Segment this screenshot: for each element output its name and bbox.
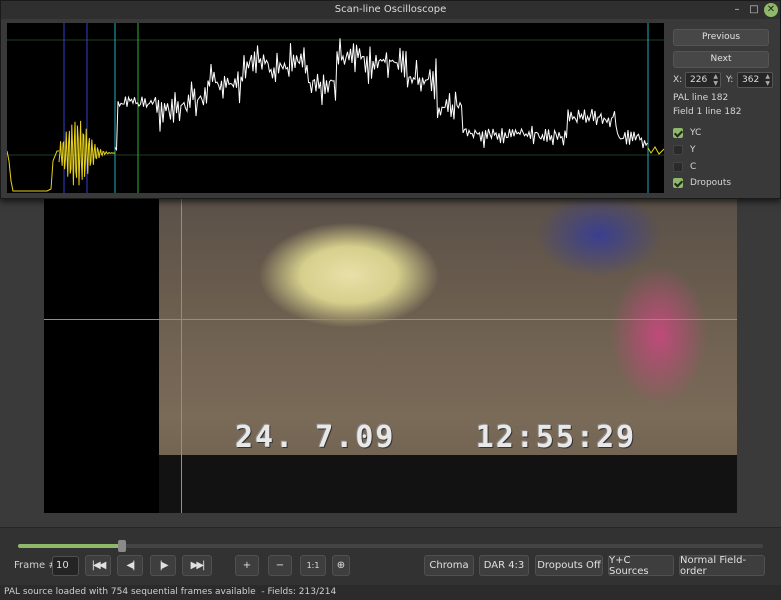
x-spin-arrows-icon[interactable]: ▲ ▼ xyxy=(713,73,718,87)
previous-line-button[interactable]: Previous xyxy=(673,29,769,46)
zoom-out-icon: − xyxy=(275,560,285,571)
pal-line-info: PAL line 182 xyxy=(673,93,729,103)
maximize-button[interactable]: □ xyxy=(747,3,761,17)
x-coord-value: 226 xyxy=(690,75,708,85)
window-title: Scan-line Oscilloscope xyxy=(334,4,447,15)
zoom-reset-button[interactable]: 1:1 xyxy=(300,555,326,576)
title-bar[interactable]: Scan-line Oscilloscope – □ ✕ xyxy=(1,1,780,19)
c-checkbox[interactable]: C xyxy=(673,161,696,173)
skip-forward-icon: ▶▶| xyxy=(190,560,206,571)
sync-trace xyxy=(7,150,59,192)
skip-back-icon: |◀◀ xyxy=(91,560,107,571)
next-frame-button[interactable]: |▶ xyxy=(150,555,176,576)
y-spin-arrows-icon[interactable]: ▲ ▼ xyxy=(765,73,770,87)
scope-side-panel: Previous Next X: 226 ▲ ▼ Y: 362 ▲ ▼ PAL li… xyxy=(669,23,780,193)
zoom-in-icon: + xyxy=(242,560,252,571)
first-frame-button[interactable]: |◀◀ xyxy=(85,555,111,576)
video-frame: 24. 7.09 12:55:29 xyxy=(159,195,737,513)
player-controls: Frame #: 10 |◀◀ ◀| |▶ ▶▶| + − 1:1 ⊕ Chro… xyxy=(0,527,781,585)
crosshair-vertical xyxy=(181,195,182,513)
minimize-button[interactable]: – xyxy=(730,3,744,17)
frame-slider[interactable] xyxy=(18,540,763,552)
close-button[interactable]: ✕ xyxy=(764,3,778,17)
dropouts-check-icon[interactable] xyxy=(673,178,683,188)
video-trace xyxy=(114,38,648,152)
crosshair-horizontal xyxy=(44,319,737,320)
prev-frame-button[interactable]: ◀| xyxy=(117,555,143,576)
scope-trace-plot xyxy=(7,23,664,193)
video-timestamp: 24. 7.09 12:55:29 xyxy=(235,420,637,455)
dar-button[interactable]: DAR 4:3 xyxy=(479,555,529,576)
frame-number-input[interactable]: 10 xyxy=(52,556,79,576)
video-blank-lines xyxy=(159,455,737,513)
frame-slider-fill xyxy=(18,544,123,548)
crosshair-toggle-button[interactable]: ⊕ xyxy=(332,555,350,576)
dropouts-checkbox-label: Dropouts xyxy=(690,178,732,188)
c-check-icon[interactable] xyxy=(673,162,683,172)
zoom-in-button[interactable]: + xyxy=(235,555,259,576)
video-viewer[interactable]: 24. 7.09 12:55:29 xyxy=(44,195,737,513)
field-line-info: Field 1 line 182 xyxy=(673,107,742,117)
scope-display[interactable] xyxy=(7,23,664,193)
y-checkbox[interactable]: Y xyxy=(673,144,696,156)
tail-trace xyxy=(647,146,664,155)
zoom-reset-icon: 1:1 xyxy=(306,561,320,570)
c-checkbox-label: C xyxy=(690,162,697,172)
y-check-icon[interactable] xyxy=(673,145,683,155)
y-coord-label: Y: xyxy=(726,75,734,85)
crosshair-icon: ⊕ xyxy=(336,560,346,571)
sources-button[interactable]: Y+C Sources xyxy=(608,555,674,577)
next-line-button[interactable]: Next xyxy=(673,51,769,68)
yc-checkbox-label: YC xyxy=(690,128,702,138)
status-bar: PAL source loaded with 754 sequential fr… xyxy=(0,585,781,600)
field-order-button[interactable]: Normal Field-order xyxy=(679,555,765,577)
zoom-out-button[interactable]: − xyxy=(268,555,292,576)
oscilloscope-window: Scan-line Oscilloscope – □ ✕ Previous Ne… xyxy=(0,0,781,199)
y-coord-value: 362 xyxy=(742,75,760,85)
y-coord-spinbox[interactable]: 362 ▲ ▼ xyxy=(737,72,773,88)
yc-check-icon[interactable] xyxy=(673,128,683,138)
dropouts-checkbox[interactable]: Dropouts xyxy=(673,177,731,189)
x-coord-spinbox[interactable]: 226 ▲ ▼ xyxy=(685,72,721,88)
y-checkbox-label: Y xyxy=(690,145,696,155)
x-coord-label: X: xyxy=(673,75,683,85)
step-forward-icon: |▶ xyxy=(159,560,168,571)
last-frame-button[interactable]: ▶▶| xyxy=(182,555,212,576)
frame-slider-handle[interactable] xyxy=(118,540,127,552)
step-back-icon: ◀| xyxy=(126,560,135,571)
chroma-button[interactable]: Chroma xyxy=(424,555,474,576)
yc-checkbox[interactable]: YC xyxy=(673,127,701,139)
dropouts-button[interactable]: Dropouts Off xyxy=(535,555,603,576)
